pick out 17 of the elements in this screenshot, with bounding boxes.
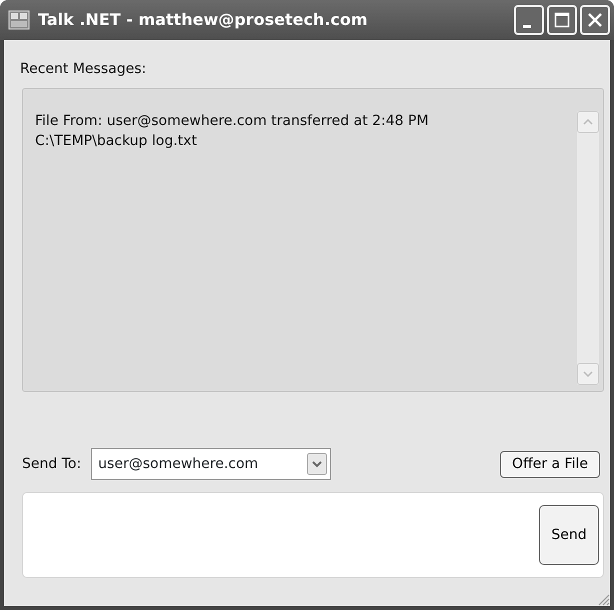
resize-grip-icon[interactable] xyxy=(596,592,610,606)
maximize-button[interactable] xyxy=(547,5,577,35)
send-to-label: Send To: xyxy=(22,454,82,474)
recent-messages-label: Recent Messages: xyxy=(20,61,146,77)
send-to-dropdown[interactable]: user@somewhere.com xyxy=(91,448,332,480)
close-button[interactable] xyxy=(580,5,610,35)
message-line: C:\TEMP\backup log.txt xyxy=(35,132,197,151)
window-title: Talk .NET - matthew@prosetech.com xyxy=(38,9,369,31)
close-icon xyxy=(587,12,603,28)
maximize-icon xyxy=(554,12,570,28)
message-line: File From: user@somewhere.com transferred at 2:48 PM xyxy=(35,112,429,131)
minimize-button[interactable] xyxy=(514,5,544,35)
minimize-icon xyxy=(523,24,531,28)
message-input[interactable]: Send xyxy=(22,492,604,578)
app-icon xyxy=(8,10,30,30)
offer-file-button[interactable]: Offer a File xyxy=(500,450,600,478)
send-button[interactable]: Send xyxy=(539,505,599,565)
